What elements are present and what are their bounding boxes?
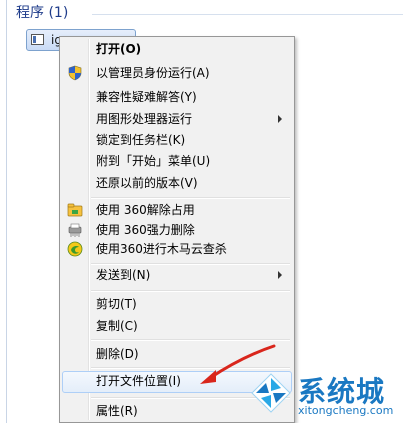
menu-separator — [91, 290, 290, 292]
xitongcheng-logo-icon — [251, 373, 291, 413]
programs-section-header: 程序 (1) — [16, 5, 69, 21]
window-left-border — [6, 0, 7, 423]
menu-item-run-with-gpu[interactable]: 用图形处理器运行 — [62, 109, 292, 129]
menu-item-copy[interactable]: 复制(C) — [62, 316, 292, 336]
site-watermark: 系统城 xitongcheng.com — [250, 372, 400, 422]
submenu-arrow-icon — [278, 115, 282, 123]
menu-item-360-unlock[interactable]: 使用 360解除占用 — [62, 200, 292, 220]
shield-icon — [68, 65, 82, 81]
menu-item-pin-taskbar[interactable]: 锁定到任务栏(K) — [62, 130, 292, 150]
application-icon — [31, 34, 44, 45]
menu-item-pin-start[interactable]: 附到「开始」菜单(U) — [62, 151, 292, 171]
menu-item-360-trojan-scan[interactable]: 使用360进行木马云查杀 — [62, 239, 292, 259]
menu-item-restore-versions[interactable]: 还原以前的版本(V) — [62, 173, 292, 193]
menu-item-360-force-delete[interactable]: 使用 360强力删除 — [62, 220, 292, 240]
360-shred-icon — [68, 223, 82, 237]
menu-separator — [91, 197, 290, 199]
watermark-domain: xitongcheng.com — [298, 404, 394, 417]
menu-item-open[interactable]: 打开(O) — [62, 39, 292, 59]
menu-item-cut[interactable]: 剪切(T) — [62, 294, 292, 314]
section-header-rule — [92, 14, 403, 15]
menu-item-send-to[interactable]: 发送到(N) — [62, 265, 292, 285]
submenu-arrow-icon — [278, 271, 282, 279]
360-unlock-icon — [67, 203, 83, 217]
360-scan-icon — [67, 241, 83, 257]
menu-item-run-as-admin[interactable]: 以管理员身份运行(A) — [62, 63, 292, 83]
menu-item-compat-troubleshoot[interactable]: 兼容性疑难解答(Y) — [62, 87, 292, 107]
